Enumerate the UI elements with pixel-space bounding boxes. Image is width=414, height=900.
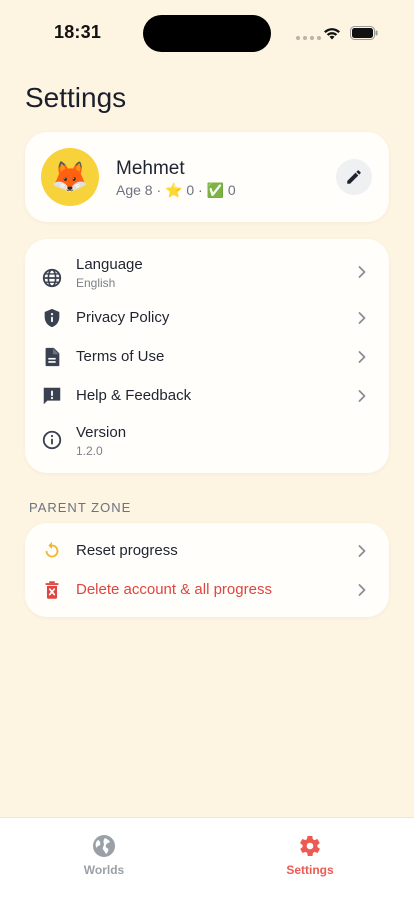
- tab-bar: Worlds Settings: [0, 817, 414, 900]
- chevron-right-icon: [358, 351, 366, 363]
- gear-icon: [300, 835, 320, 857]
- menu-item-label: Help & Feedback: [76, 387, 192, 404]
- avatar: 🦊: [41, 148, 99, 206]
- chevron-right-icon: [358, 545, 366, 557]
- menu-item-label: Privacy Policy: [76, 309, 170, 326]
- profile-meta: Age 8 · ⭐ 0 · ✅ 0: [116, 182, 236, 198]
- globe-icon: [93, 835, 115, 857]
- chevron-right-icon: [358, 266, 366, 278]
- dynamic-island: [143, 15, 271, 52]
- globe-icon: [42, 268, 62, 288]
- menu-item-version: Version 1.2.0: [25, 415, 389, 467]
- section-header-parent-zone: PARENT ZONE: [29, 500, 132, 515]
- shield-icon: [44, 308, 60, 328]
- trash-icon: [45, 581, 59, 599]
- tab-label: Settings: [286, 863, 334, 877]
- chevron-right-icon: [358, 312, 366, 324]
- wifi-icon: [324, 28, 340, 40]
- chevron-right-icon: [358, 584, 366, 596]
- menu-item-label: Version: [76, 424, 127, 441]
- reset-progress-button[interactable]: Reset progress: [25, 531, 389, 570]
- menu-item-language[interactable]: Language English: [25, 245, 389, 297]
- feedback-icon: [43, 387, 61, 405]
- pencil-icon: [347, 170, 361, 184]
- tab-worlds[interactable]: Worlds: [54, 834, 154, 877]
- menu-item-sublabel: English: [76, 276, 116, 290]
- tab-settings[interactable]: Settings: [260, 834, 360, 877]
- signal-icon: [296, 36, 321, 40]
- menu-item-label: Reset progress: [76, 542, 178, 559]
- profile-name: Mehmet: [116, 158, 185, 179]
- status-bar: 18:31: [0, 0, 414, 64]
- delete-account-button[interactable]: Delete account & all progress: [25, 570, 389, 609]
- status-time: 18:31: [54, 22, 102, 42]
- menu-item-label: Language: [76, 256, 143, 273]
- reset-icon: [45, 541, 59, 558]
- tab-label: Worlds: [83, 863, 125, 877]
- menu-item-label: Delete account & all progress: [76, 581, 272, 598]
- menu-item-privacy-policy[interactable]: Privacy Policy: [25, 298, 389, 337]
- edit-profile-button[interactable]: [336, 159, 372, 195]
- info-icon: [42, 430, 62, 450]
- profile-card: 🦊 Mehmet Age 8 · ⭐ 0 · ✅ 0: [25, 132, 389, 222]
- version-number: 1.2.0: [76, 444, 103, 458]
- settings-menu-card: Language English Privacy Policy Terms of…: [25, 239, 389, 473]
- menu-item-label: Terms of Use: [76, 348, 165, 365]
- chevron-right-icon: [358, 390, 366, 402]
- page-title: Settings: [25, 82, 127, 113]
- menu-item-help-feedback[interactable]: Help & Feedback: [25, 376, 389, 415]
- document-icon: [45, 347, 60, 367]
- menu-item-terms-of-use[interactable]: Terms of Use: [25, 337, 389, 376]
- battery-icon: [350, 26, 378, 40]
- parent-zone-card: Reset progress Delete account & all prog…: [25, 523, 389, 617]
